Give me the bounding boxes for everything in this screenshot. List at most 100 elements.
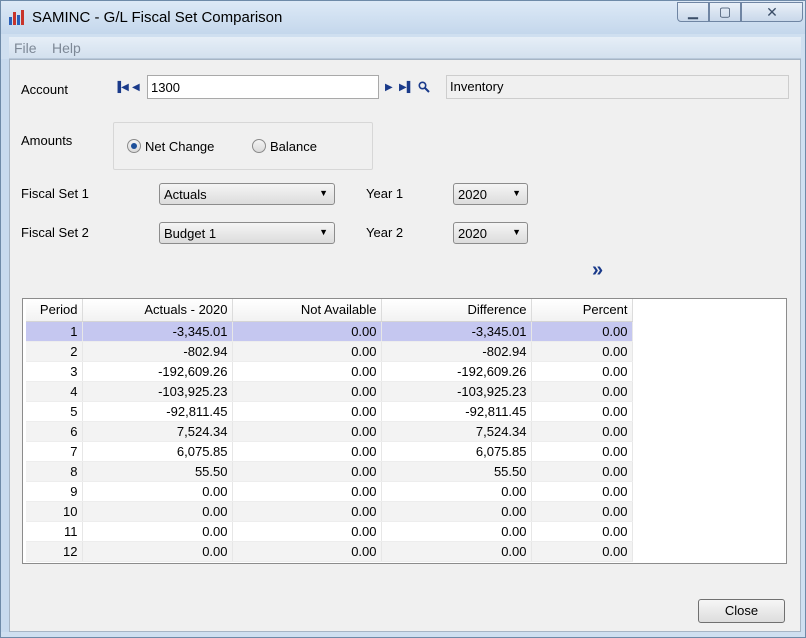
grid-header-row: Period Actuals - 2020 Not Available Diff… [26, 299, 633, 322]
actuals-cell: 0.00 [82, 541, 233, 562]
close-button[interactable]: Close [698, 599, 785, 623]
actuals-cell: -192,609.26 [82, 361, 233, 382]
not-available-cell: 0.00 [232, 521, 382, 542]
table-row[interactable]: 7 6,075.85 0.00 6,075.85 0.00 [26, 441, 633, 462]
account-description: Inventory [446, 75, 789, 99]
account-label: Account [21, 82, 68, 97]
fiscal-set-1-select[interactable]: Actuals ▼ [159, 183, 335, 205]
menu-bar: File Help [9, 37, 801, 59]
table-row[interactable]: 6 7,524.34 0.00 7,524.34 0.00 [26, 421, 633, 442]
year-2-value: 2020 [458, 226, 487, 241]
year-2-select[interactable]: 2020 ▼ [453, 222, 528, 244]
table-row[interactable]: 10 0.00 0.00 0.00 0.00 [26, 501, 633, 522]
actuals-cell: -92,811.45 [82, 401, 233, 422]
nav-first-icon[interactable]: ▐◀ [114, 82, 129, 93]
comparison-grid[interactable]: Period Actuals - 2020 Not Available Diff… [22, 298, 787, 564]
column-header-difference[interactable]: Difference [381, 299, 532, 322]
period-cell: 1 [26, 321, 83, 342]
period-cell: 7 [26, 441, 83, 462]
minimize-button[interactable]: ▁ [677, 2, 709, 22]
period-cell: 10 [26, 501, 83, 522]
year-1-label: Year 1 [366, 186, 404, 201]
not-available-cell: 0.00 [232, 401, 382, 422]
percent-cell: 0.00 [531, 421, 633, 442]
period-cell: 3 [26, 361, 83, 382]
period-cell: 9 [26, 481, 83, 502]
amounts-group: Net Change Balance [113, 122, 373, 170]
window-title: SAMINC - G/L Fiscal Set Comparison [32, 9, 283, 26]
not-available-cell: 0.00 [232, 481, 382, 502]
year-1-value: 2020 [458, 187, 487, 202]
nav-prev-icon[interactable]: ◀ [132, 82, 140, 93]
difference-cell: -3,345.01 [381, 321, 532, 342]
difference-cell: 0.00 [381, 521, 532, 542]
table-row[interactable]: 4 -103,925.23 0.00 -103,925.23 0.00 [26, 381, 633, 402]
column-header-period[interactable]: Period [26, 299, 83, 322]
difference-cell: -192,609.26 [381, 361, 532, 382]
not-available-cell: 0.00 [232, 341, 382, 362]
period-cell: 6 [26, 421, 83, 442]
not-available-cell: 0.00 [232, 421, 382, 442]
chevron-down-icon: ▼ [512, 188, 521, 198]
account-input[interactable] [147, 75, 379, 99]
percent-cell: 0.00 [531, 341, 633, 362]
frame-border [1, 59, 9, 632]
not-available-cell: 0.00 [232, 441, 382, 462]
table-row[interactable]: 11 0.00 0.00 0.00 0.00 [26, 521, 633, 542]
balance-radio[interactable] [252, 139, 266, 153]
title-bar[interactable]: SAMINC - G/L Fiscal Set Comparison ▁ ▢ ✕ [1, 1, 805, 34]
close-window-button[interactable]: ✕ [741, 2, 803, 22]
table-row[interactable]: 2 -802.94 0.00 -802.94 0.00 [26, 341, 633, 362]
not-available-cell: 0.00 [232, 381, 382, 402]
table-row[interactable]: 12 0.00 0.00 0.00 0.00 [26, 541, 633, 562]
actuals-cell: 0.00 [82, 501, 233, 522]
net-change-radio[interactable] [127, 139, 141, 153]
fiscal-set-1-value: Actuals [164, 187, 207, 202]
period-cell: 5 [26, 401, 83, 422]
not-available-cell: 0.00 [232, 361, 382, 382]
menu-help[interactable]: Help [52, 40, 81, 56]
actuals-cell: 0.00 [82, 521, 233, 542]
not-available-cell: 0.00 [232, 501, 382, 522]
fiscal-set-2-select[interactable]: Budget 1 ▼ [159, 222, 335, 244]
chevron-down-icon: ▼ [319, 188, 328, 198]
table-row[interactable]: 9 0.00 0.00 0.00 0.00 [26, 481, 633, 502]
nav-last-icon[interactable]: ▶▌ [399, 82, 414, 93]
nav-next-icon[interactable]: ▶ [385, 82, 393, 93]
difference-cell: 6,075.85 [381, 441, 532, 462]
percent-cell: 0.00 [531, 441, 633, 462]
not-available-cell: 0.00 [232, 461, 382, 482]
actuals-cell: 7,524.34 [82, 421, 233, 442]
table-row[interactable]: 1 -3,345.01 0.00 -3,345.01 0.00 [26, 321, 633, 342]
percent-cell: 0.00 [531, 501, 633, 522]
column-header-not-available[interactable]: Not Available [232, 299, 382, 322]
fiscal-set-2-label: Fiscal Set 2 [21, 225, 89, 240]
net-change-label[interactable]: Net Change [145, 139, 214, 154]
maximize-button[interactable]: ▢ [709, 2, 741, 22]
table-row[interactable]: 8 55.50 0.00 55.50 0.00 [26, 461, 633, 482]
period-cell: 4 [26, 381, 83, 402]
actuals-cell: -103,925.23 [82, 381, 233, 402]
year-1-select[interactable]: 2020 ▼ [453, 183, 528, 205]
percent-cell: 0.00 [531, 481, 633, 502]
percent-cell: 0.00 [531, 521, 633, 542]
actuals-cell: 55.50 [82, 461, 233, 482]
form-body: Account ▐◀ ◀ ▶ ▶▌ Inventory Amounts Net … [9, 59, 801, 632]
percent-cell: 0.00 [531, 541, 633, 562]
difference-cell: -802.94 [381, 341, 532, 362]
table-row[interactable]: 5 -92,811.45 0.00 -92,811.45 0.00 [26, 401, 633, 422]
period-cell: 2 [26, 341, 83, 362]
chevron-down-icon: ▼ [319, 227, 328, 237]
go-icon[interactable]: » [592, 260, 603, 280]
percent-cell: 0.00 [531, 381, 633, 402]
finder-search-icon[interactable] [418, 81, 430, 93]
actuals-cell: 0.00 [82, 481, 233, 502]
table-row[interactable]: 3 -192,609.26 0.00 -192,609.26 0.00 [26, 361, 633, 382]
column-header-actuals[interactable]: Actuals - 2020 [82, 299, 233, 322]
chevron-down-icon: ▼ [512, 227, 521, 237]
year-2-label: Year 2 [366, 225, 404, 240]
menu-file[interactable]: File [14, 40, 37, 56]
actuals-cell: -3,345.01 [82, 321, 233, 342]
balance-label[interactable]: Balance [270, 139, 317, 154]
column-header-percent[interactable]: Percent [531, 299, 633, 322]
